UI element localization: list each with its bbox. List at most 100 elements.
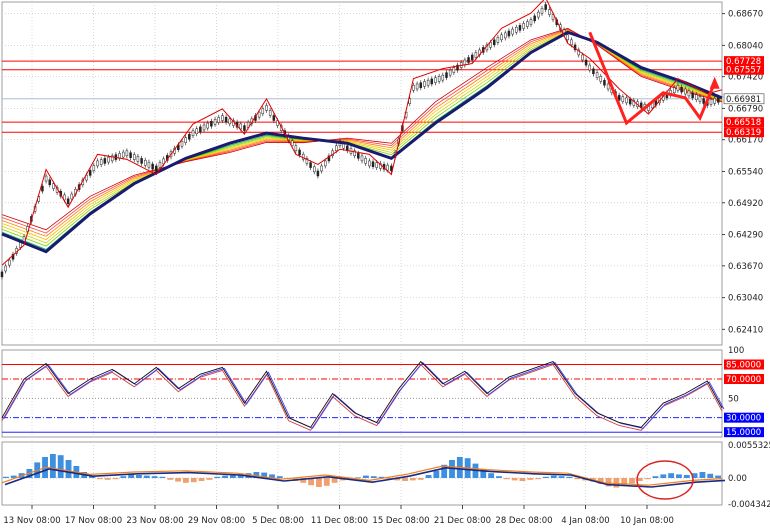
candle-body: [312, 166, 316, 173]
candle-body: [599, 76, 603, 82]
candle-body: [371, 161, 375, 168]
hist-bar: [206, 478, 213, 480]
hist-bar: [519, 478, 526, 481]
hist-bar: [402, 478, 408, 481]
candle-body: [96, 160, 99, 167]
hist-bar: [683, 475, 690, 478]
candle-body: [500, 34, 503, 41]
candle-body: [526, 21, 529, 27]
candle-body: [228, 118, 232, 125]
candle-body: [687, 90, 691, 97]
candle-body: [199, 126, 202, 133]
candle-body: [261, 108, 265, 115]
candle-body: [191, 130, 195, 136]
y-tick-label: 0.68040: [728, 41, 763, 51]
x-tick-label: 15 Dec 08:00: [372, 516, 429, 526]
candle-body: [467, 57, 470, 63]
hist-bar: [331, 478, 338, 483]
hist-bar: [676, 474, 682, 478]
x-tick-label: 23 Nov 08:00: [126, 516, 183, 526]
candle-body: [44, 175, 48, 182]
candle-body: [357, 153, 360, 159]
candle-body: [155, 165, 158, 172]
osc-level-tag: 85.0000: [724, 359, 764, 371]
candle-body: [368, 160, 371, 167]
candle-body: [713, 98, 716, 104]
candle-body: [41, 185, 44, 192]
candle-body: [625, 97, 628, 104]
candle-body: [147, 161, 151, 168]
candle-body: [206, 122, 209, 129]
candle-body: [672, 87, 676, 94]
hist-bar: [417, 478, 424, 480]
candle-body: [489, 42, 492, 48]
osc-level-tag-label: 70.0000: [726, 375, 761, 385]
candle-body: [507, 30, 511, 37]
candle-body: [441, 74, 445, 81]
osc-level-tag-label: 15.0000: [726, 428, 761, 438]
y-tick-label: 0.64920: [728, 199, 763, 209]
hist-bar: [276, 476, 283, 478]
forex-chart: 0.686700.680400.674200.667900.661700.655…: [0, 0, 770, 526]
candle-body: [92, 165, 96, 171]
candle-body: [298, 149, 301, 156]
y-tick-label: 0.64290: [728, 231, 763, 241]
candle-body: [537, 11, 540, 18]
current-price-tag: 0.66981: [723, 93, 765, 105]
candle-body: [103, 158, 107, 164]
level-tag: 0.66319: [724, 127, 764, 138]
candle-body: [415, 83, 419, 90]
hist-bar: [660, 474, 667, 478]
candle-body: [698, 96, 702, 102]
candle-body: [695, 94, 698, 100]
candle-body: [140, 158, 143, 164]
candle-body: [621, 96, 625, 102]
candle-body: [445, 72, 448, 78]
time-axis: 13 Nov 08:00 17 Nov 08:00 23 Nov 08:00 29 N…: [3, 505, 674, 526]
hist-bar: [566, 476, 573, 478]
hist-bar: [57, 455, 64, 478]
y-tick-label: 0.66790: [728, 104, 763, 114]
candle-body: [316, 170, 320, 177]
candle-body: [324, 160, 327, 167]
y-tick-label: 0.63670: [728, 262, 763, 272]
price-panel: 0.686700.680400.674200.667900.661700.655…: [0, 0, 765, 346]
hist-bar: [527, 478, 534, 480]
candle-body: [680, 86, 683, 93]
candle-body: [515, 26, 518, 33]
candle-body: [548, 9, 551, 15]
candle-body: [588, 64, 592, 71]
level-tag: 0.66518: [724, 117, 764, 128]
candle-body: [448, 69, 452, 76]
hist-bar: [535, 478, 541, 480]
x-tick-label: 10 Jan 08:00: [620, 516, 674, 526]
candle-body: [518, 25, 522, 31]
candle-body: [375, 162, 378, 168]
hist-bar: [363, 475, 369, 478]
candle-body: [188, 133, 191, 140]
candle-body: [210, 120, 213, 127]
hist-bar: [159, 476, 166, 478]
hist-bar: [425, 475, 432, 478]
candle-body: [158, 162, 162, 168]
candle-body: [419, 82, 423, 88]
candle-body: [224, 116, 228, 123]
candle-body: [474, 52, 478, 58]
candle-body: [217, 117, 220, 123]
candle-body: [8, 259, 11, 266]
candle-body: [434, 77, 437, 83]
hist-bar: [370, 476, 377, 478]
histogram-panel: 0.0055325 0.00 -0.004342: [1, 441, 770, 510]
hist-bar: [167, 478, 174, 480]
hist-bar: [214, 476, 221, 478]
candle-body: [129, 152, 132, 158]
y-tick-label: 0.68670: [728, 10, 763, 20]
candle-body: [566, 34, 569, 41]
candle-body: [335, 145, 338, 152]
candle-body: [320, 165, 323, 172]
hist-bar: [120, 476, 127, 478]
candle-body: [426, 79, 430, 86]
hist-bar: [112, 478, 119, 480]
candle-body: [52, 183, 55, 189]
hist-bar: [151, 476, 158, 478]
